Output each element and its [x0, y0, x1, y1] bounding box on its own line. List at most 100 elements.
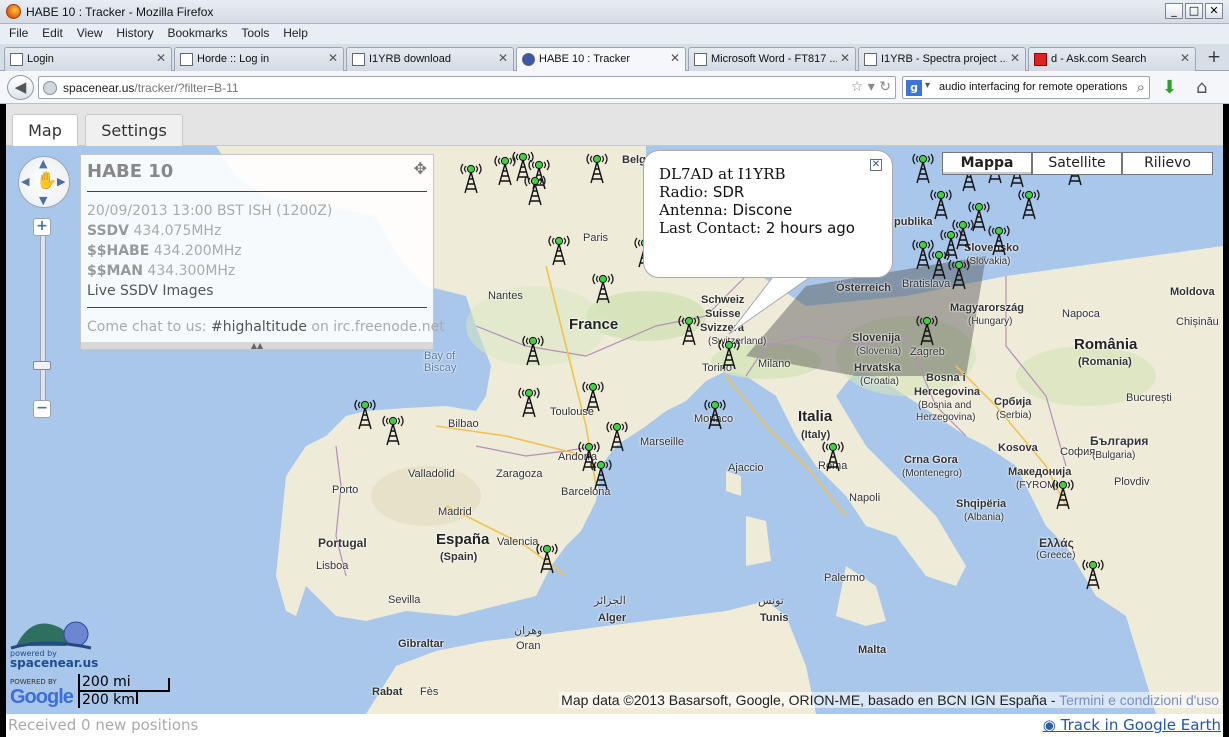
scale-miles: 200 mi	[82, 674, 131, 690]
receiver-tower-icon[interactable]	[1050, 476, 1076, 510]
label-bulgaria: България	[1090, 434, 1149, 448]
close-tab-icon[interactable]: ✕	[156, 51, 166, 65]
tab-spectra[interactable]: I1YRB - Spectra project ... ✕	[858, 47, 1026, 71]
zoom-slider-handle[interactable]	[33, 361, 51, 370]
terms-link[interactable]: Termini e condizioni d'uso	[1059, 692, 1219, 708]
tab-download[interactable]: I1YRB download ✕	[346, 47, 514, 71]
receiver-tower-icon[interactable]	[1016, 186, 1042, 220]
zoom-out-button[interactable]: −	[33, 400, 51, 418]
close-tab-icon[interactable]: ✕	[670, 51, 680, 65]
close-icon[interactable]: ✕	[870, 159, 882, 171]
map-type-mappa[interactable]: Mappa	[942, 152, 1032, 175]
tab-horde[interactable]: Horde :: Log in ✕	[174, 47, 344, 71]
reload-icon[interactable]: ↻	[879, 79, 891, 95]
chat-text: Come chat to us:	[87, 319, 207, 335]
receiver-tower-icon[interactable]	[352, 396, 378, 430]
receiver-tower-icon[interactable]	[580, 378, 606, 412]
bookmark-star-icon[interactable]: ☆	[851, 79, 864, 95]
receiver-tower-icon[interactable]	[914, 312, 940, 346]
url-bar[interactable]: spacenear.us/tracker/?filter=B-11 ☆ ▾ ↻	[38, 76, 896, 99]
search-engine-dropdown-icon[interactable]: ▾	[925, 80, 930, 91]
close-button[interactable]: ✕	[1205, 3, 1223, 19]
tab-word[interactable]: Microsoft Word - FT817 ... ✕	[688, 47, 856, 71]
new-tab-icon[interactable]: +	[1203, 48, 1225, 68]
receiver-tower-icon[interactable]	[946, 256, 972, 290]
menu-tools[interactable]: Tools	[236, 24, 274, 42]
tab-map[interactable]: Map	[12, 114, 78, 148]
antenna-label: Antenna:	[659, 201, 728, 219]
receiver-tower-icon[interactable]	[676, 312, 702, 346]
receiver-tower-icon[interactable]	[534, 540, 560, 574]
receiver-tower-icon[interactable]	[938, 226, 964, 260]
receiver-tower-icon[interactable]	[928, 186, 954, 220]
pan-left-icon[interactable]: ◀	[21, 175, 29, 188]
pan-right-icon[interactable]: ▶	[57, 175, 65, 188]
tab-settings[interactable]: Settings	[85, 114, 183, 147]
tab-login[interactable]: Login ✕	[4, 47, 172, 71]
label-tunis-ar: تونس	[758, 595, 784, 607]
chat-channel-link[interactable]: #highaltitude	[211, 319, 307, 335]
receiver-tower-icon[interactable]	[588, 456, 614, 490]
label-bosna: Bosna i	[926, 372, 966, 384]
map-type-satellite[interactable]: Satellite	[1032, 152, 1122, 175]
pan-up-icon[interactable]: ▲	[39, 157, 47, 170]
dropdown-icon[interactable]: ▾	[868, 79, 875, 95]
divider	[87, 307, 427, 308]
man-label: $$MAN	[87, 263, 143, 279]
tab-ask[interactable]: d - Ask.com Search ✕	[1028, 47, 1196, 71]
receiver-tower-icon[interactable]	[458, 160, 484, 194]
label-croatia: (Croatia)	[860, 376, 899, 387]
receiver-tower-icon[interactable]	[820, 438, 846, 472]
pan-control[interactable]: ▲ ▼ ◀ ▶ ✋	[18, 156, 70, 208]
close-tab-icon[interactable]: ✕	[328, 51, 338, 65]
receiver-tower-icon[interactable]	[604, 418, 630, 452]
receiver-tower-icon[interactable]	[702, 396, 728, 430]
move-icon[interactable]: ✥	[414, 159, 427, 178]
menu-history[interactable]: History	[111, 24, 158, 42]
close-tab-icon[interactable]: ✕	[840, 51, 850, 65]
close-tab-icon[interactable]: ✕	[498, 51, 508, 65]
pan-down-icon[interactable]: ▼	[39, 194, 47, 207]
tab-label: Horde :: Log in	[197, 53, 270, 65]
menu-view[interactable]: View	[72, 24, 108, 42]
hand-icon[interactable]: ✋	[36, 171, 57, 191]
menu-edit[interactable]: Edit	[37, 24, 68, 42]
zoom-in-button[interactable]: +	[33, 218, 51, 236]
receiver-tower-icon[interactable]	[910, 150, 936, 184]
receiver-tower-icon[interactable]	[516, 384, 542, 418]
search-input[interactable]: audio interfacing for remote operations	[939, 81, 1127, 93]
download-icon[interactable]: ⬇	[1162, 77, 1177, 98]
zoom-slider-track[interactable]	[40, 226, 46, 406]
menu-bookmarks[interactable]: Bookmarks	[162, 24, 232, 42]
google-logo[interactable]: POWERED BY Google	[10, 678, 74, 709]
search-bar[interactable]: g ▾ audio interfacing for remote operati…	[902, 76, 1150, 99]
live-ssdv-link[interactable]: Live SSDV Images	[87, 283, 214, 299]
close-tab-icon[interactable]: ✕	[1180, 51, 1190, 65]
map-canvas[interactable]: France Italia (Italy) España (Spain) Por…	[6, 146, 1223, 714]
scale-bar: 200 mi 200 km	[78, 674, 170, 708]
receiver-tower-icon[interactable]	[590, 270, 616, 304]
menu-file[interactable]: File	[4, 24, 33, 42]
receiver-tower-icon[interactable]	[380, 412, 406, 446]
last-contact-value: 2 hours ago	[765, 219, 855, 237]
receiver-tower-icon[interactable]	[520, 332, 546, 366]
receiver-tower-icon[interactable]	[1080, 556, 1106, 590]
google-earth-link[interactable]: ◉ Track in Google Earth	[1043, 716, 1221, 734]
maximize-button[interactable]: □	[1185, 3, 1203, 19]
close-tab-icon[interactable]: ✕	[1010, 51, 1020, 65]
label-bucuresti: București	[1126, 392, 1172, 404]
home-icon[interactable]: ⌂	[1196, 77, 1207, 98]
collapse-icon[interactable]: ▲▲	[81, 342, 433, 350]
map-type-rilievo[interactable]: Rilievo	[1122, 152, 1213, 175]
receiver-tower-icon[interactable]	[522, 172, 548, 206]
back-icon[interactable]: ◀	[7, 75, 34, 100]
receiver-tower-icon[interactable]	[986, 222, 1012, 256]
google-search-icon[interactable]: g	[906, 80, 922, 96]
spacenear-logo[interactable]: powered by spacenear.us	[6, 616, 98, 676]
search-icon[interactable]: ⌕	[1137, 78, 1145, 96]
tab-tracker[interactable]: HABE 10 : Tracker ✕	[516, 47, 686, 72]
minimize-button[interactable]: _	[1165, 3, 1183, 19]
receiver-tower-icon[interactable]	[546, 232, 572, 266]
receiver-tower-icon[interactable]	[584, 150, 610, 184]
menu-help[interactable]: Help	[278, 24, 313, 42]
